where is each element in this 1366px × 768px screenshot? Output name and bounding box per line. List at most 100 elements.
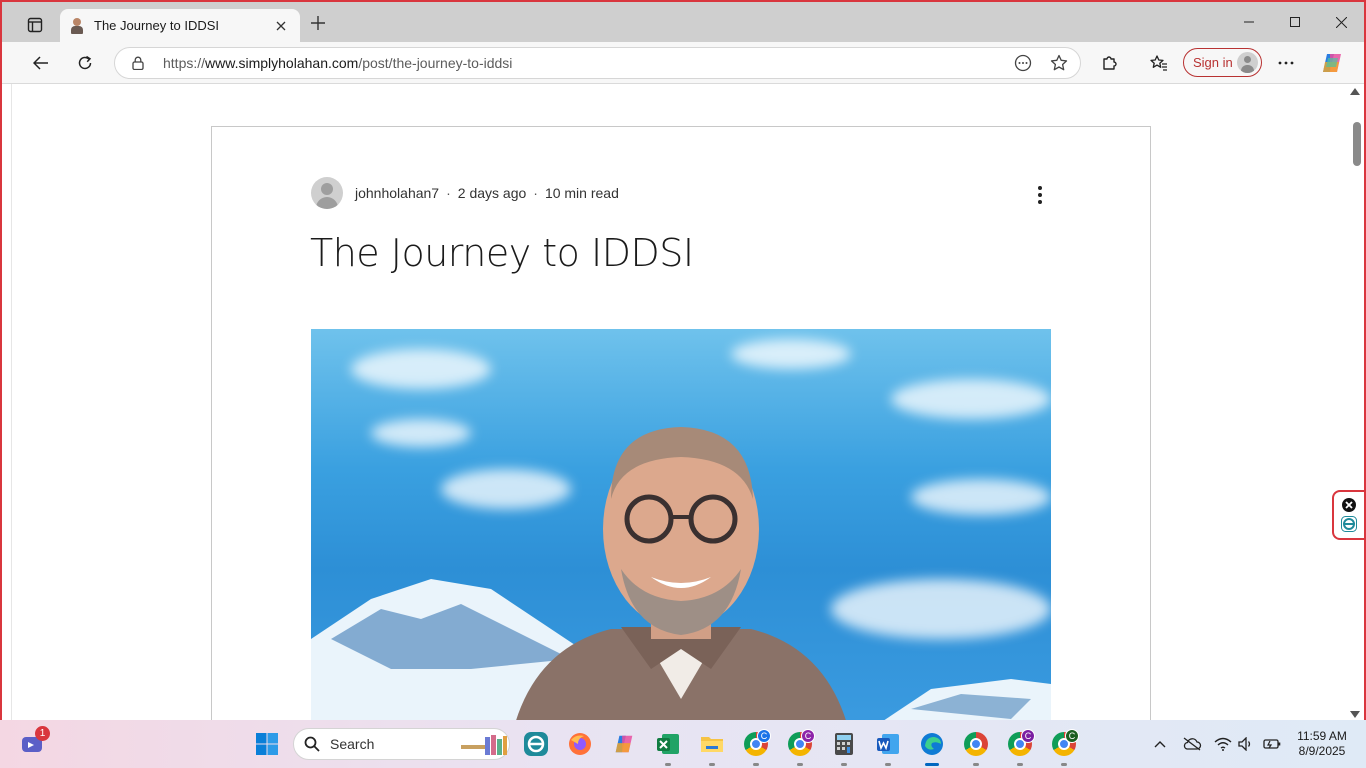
refresh-icon (78, 55, 92, 70)
show-hidden-icons-button[interactable] (1150, 720, 1170, 768)
clock-date: 8/9/2025 (1298, 744, 1346, 758)
taskbar-search[interactable]: Search (293, 728, 510, 760)
meta-separator: · (446, 185, 451, 201)
taskbar-chrome-1[interactable]: C (740, 728, 772, 766)
minimize-icon (1244, 21, 1254, 23)
close-window-button[interactable] (1318, 2, 1364, 42)
puzzle-icon (1103, 56, 1117, 70)
blog-post-card: johnholahan7 · 2 days ago · 10 min read … (211, 126, 1151, 722)
post-date: 2 days ago (457, 185, 527, 201)
post-more-actions-button[interactable] (1030, 183, 1050, 207)
taskbar-chrome-4[interactable]: C (1004, 728, 1036, 766)
battery-charging-icon (1263, 739, 1281, 749)
minimize-button[interactable] (1226, 2, 1272, 42)
reader-mode-button[interactable] (1008, 49, 1038, 77)
taskbar-chrome-3[interactable] (960, 728, 992, 766)
system-clock[interactable]: 11:59 AM 8/9/2025 (1284, 729, 1360, 759)
add-favorite-button[interactable] (1044, 49, 1074, 77)
scroll-up-arrow[interactable] (1350, 88, 1360, 95)
author-name[interactable]: johnholahan7 (355, 185, 439, 201)
taskbar-chrome-2[interactable]: C (784, 728, 816, 766)
scroll-thumb[interactable] (1353, 122, 1361, 166)
taskbar-calculator[interactable] (828, 728, 860, 766)
back-button[interactable] (26, 48, 56, 78)
new-tab-button[interactable] (307, 12, 329, 34)
post-meta: johnholahan7 · 2 days ago · 10 min read (311, 177, 619, 209)
word-icon (877, 734, 899, 754)
extension-side-widget (1332, 490, 1364, 540)
wifi-status[interactable] (1213, 720, 1233, 768)
tab-active[interactable]: The Journey to IDDSI (60, 9, 300, 42)
tab-close-button[interactable] (272, 17, 290, 35)
profile-badge: C (1065, 729, 1079, 743)
chrome-icon (964, 732, 988, 756)
tab-actions-button[interactable] (20, 12, 50, 38)
windows-taskbar: 1 Search C C C C 11:59 AM 8/9/2025 (0, 720, 1366, 768)
books-illustration-icon (461, 735, 507, 755)
taskbar-file-explorer[interactable] (696, 728, 728, 766)
extensions-button[interactable] (1095, 48, 1125, 78)
more-circle-icon (1014, 54, 1032, 72)
favorites-button[interactable] (1144, 48, 1174, 78)
settings-menu-button[interactable] (1271, 48, 1301, 78)
maximize-icon (1290, 17, 1300, 27)
page-scrollbar[interactable] (1350, 84, 1364, 722)
lock-icon[interactable] (131, 55, 145, 71)
refresh-button[interactable] (70, 48, 100, 78)
close-icon (1335, 16, 1347, 28)
notification-badge: 1 (35, 726, 50, 741)
site-favicon-icon (70, 17, 84, 34)
profile-badge: C (801, 729, 815, 743)
scroll-down-arrow[interactable] (1350, 711, 1360, 718)
windows-logo-icon (256, 733, 278, 755)
start-button[interactable] (251, 728, 283, 760)
cloud-off-icon (1183, 737, 1202, 751)
ellipsis-icon (1278, 61, 1294, 65)
edge-extension-icon[interactable] (1341, 516, 1357, 532)
taskbar-copilot[interactable] (608, 728, 640, 760)
onedrive-status[interactable] (1181, 720, 1203, 768)
taskbar-word[interactable] (872, 728, 904, 766)
window-controls (1226, 2, 1364, 42)
maximize-button[interactable] (1272, 2, 1318, 42)
search-label: Search (330, 736, 375, 752)
taskbar-teams-app[interactable]: 1 (16, 726, 50, 760)
sign-in-button[interactable]: Sign in (1183, 48, 1262, 77)
copilot-icon (615, 735, 633, 753)
profile-avatar-icon (1237, 52, 1258, 73)
firefox-icon (569, 733, 591, 755)
plus-icon (311, 16, 325, 30)
url-host: www.simplyholahan.com (205, 55, 359, 71)
taskbar-firefox[interactable] (564, 728, 596, 760)
meta-separator: · (533, 185, 538, 201)
author-photo (515, 427, 847, 722)
star-icon (1050, 54, 1068, 71)
calculator-icon (835, 733, 853, 755)
excel-icon (657, 734, 679, 754)
taskbar-excel[interactable] (652, 728, 684, 766)
post-title: The Journey to IDDSI (310, 231, 694, 275)
copilot-button[interactable] (1319, 50, 1345, 76)
copilot-icon (1323, 54, 1341, 72)
url-text[interactable]: https://www.simplyholahan.com/post/the-j… (163, 55, 1008, 71)
taskbar-app-e[interactable] (520, 728, 552, 760)
post-cover-image[interactable] (311, 329, 1051, 722)
close-circle-icon[interactable] (1342, 498, 1356, 512)
tab-strip: The Journey to IDDSI (2, 2, 1364, 42)
author-avatar[interactable] (311, 177, 343, 209)
browser-toolbar: https://www.simplyholahan.com/post/the-j… (2, 42, 1364, 84)
taskbar-edge[interactable] (916, 728, 948, 766)
volume-status[interactable] (1237, 720, 1255, 768)
taskbar-chrome-5[interactable]: C (1048, 728, 1080, 766)
profile-badge: C (1021, 729, 1035, 743)
chevron-up-icon (1154, 741, 1166, 748)
sign-in-label: Sign in (1193, 55, 1233, 70)
address-bar[interactable]: https://www.simplyholahan.com/post/the-j… (114, 47, 1081, 79)
tab-title: The Journey to IDDSI (94, 18, 219, 33)
battery-status[interactable] (1262, 720, 1282, 768)
page-edge-line (11, 84, 12, 722)
search-icon (304, 736, 320, 752)
wifi-icon (1214, 737, 1232, 751)
tab-actions-icon (27, 17, 43, 33)
close-icon (276, 21, 286, 30)
